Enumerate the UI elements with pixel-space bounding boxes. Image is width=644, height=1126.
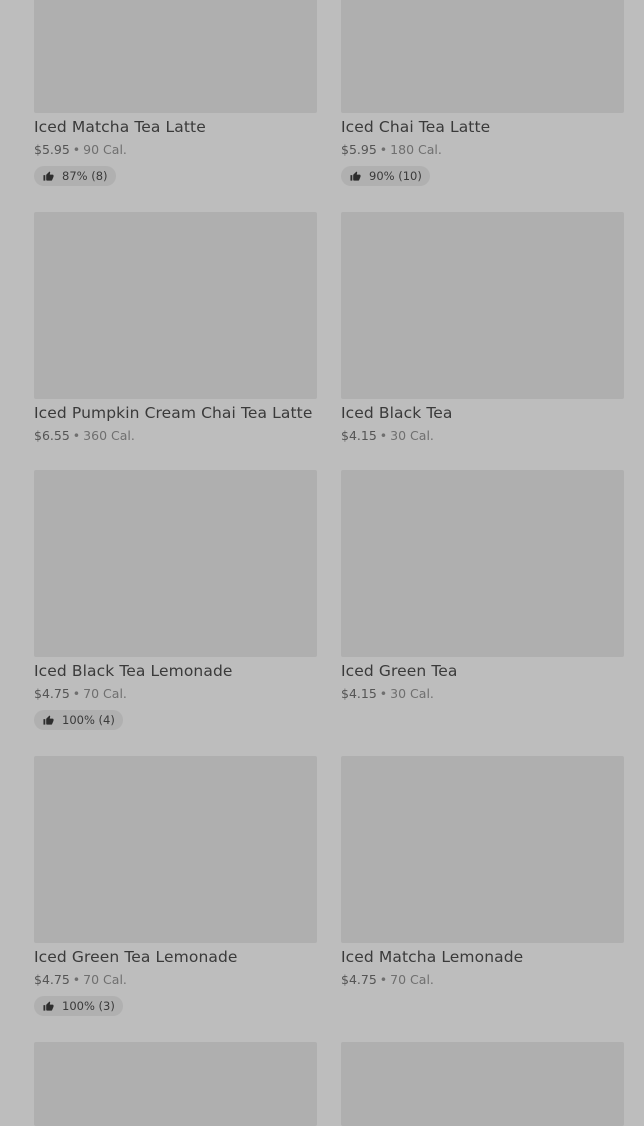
rating-badge: 100% (4) [34,710,123,730]
menu-item-image[interactable] [34,212,317,399]
menu-item-meta: $6.55 • 360 Cal. [34,428,135,444]
menu-item-image[interactable] [341,756,624,943]
separator-dot: • [379,686,388,701]
menu-item-image[interactable] [34,0,317,113]
separator-dot: • [379,428,388,443]
menu-item-meta: $4.75 • 70 Cal. [34,972,127,988]
menu-item-calories: 30 Cal. [390,686,434,701]
menu-item-image[interactable] [34,470,317,657]
menu-item-meta: $4.15 • 30 Cal. [341,428,434,444]
separator-dot: • [72,972,81,987]
menu-item-calories: 70 Cal. [390,972,434,987]
menu-item-calories: 180 Cal. [390,142,442,157]
menu-item-meta: $5.95 • 180 Cal. [341,142,442,158]
menu-item-calories: 90 Cal. [83,142,127,157]
separator-dot: • [379,142,388,157]
rating-badge: 100% (3) [34,996,123,1016]
menu-item-image[interactable] [341,1042,624,1126]
separator-dot: • [72,428,81,443]
menu-item-price: $4.15 [341,686,377,701]
menu-item-image[interactable] [341,0,624,113]
menu-item-name[interactable]: Iced Chai Tea Latte [341,117,490,137]
menu-item-meta: $4.75 • 70 Cal. [341,972,434,988]
menu-item-image[interactable] [34,756,317,943]
menu-item-name[interactable]: Iced Pumpkin Cream Chai Tea Latte [34,403,312,423]
thumbs-up-icon [43,170,54,181]
menu-item-calories: 70 Cal. [83,972,127,987]
separator-dot: • [72,142,81,157]
rating-text: 100% (4) [62,713,115,727]
menu-item-meta: $5.95 • 90 Cal. [34,142,127,158]
menu-item-image[interactable] [34,1042,317,1126]
menu-item-price: $6.55 [34,428,70,443]
menu-item-calories: 360 Cal. [83,428,135,443]
rating-badge: 90% (10) [341,166,430,186]
menu-item-image[interactable] [341,470,624,657]
menu-item-name[interactable]: Iced Black Tea Lemonade [34,661,233,681]
separator-dot: • [379,972,388,987]
rating-text: 87% (8) [62,169,108,183]
menu-item-price: $4.15 [341,428,377,443]
menu-item-price: $4.75 [34,686,70,701]
rating-text: 90% (10) [369,169,422,183]
menu-item-name[interactable]: Iced Matcha Tea Latte [34,117,206,137]
menu-item-price: $4.75 [34,972,70,987]
menu-item-price: $5.95 [341,142,377,157]
menu-item-meta: $4.75 • 70 Cal. [34,686,127,702]
thumbs-up-icon [350,170,361,181]
menu-item-price: $5.95 [34,142,70,157]
menu-item-name[interactable]: Iced Green Tea Lemonade [34,947,238,967]
menu-item-calories: 30 Cal. [390,428,434,443]
menu-item-name[interactable]: Iced Black Tea [341,403,453,423]
separator-dot: • [72,686,81,701]
rating-text: 100% (3) [62,999,115,1013]
menu-item-name[interactable]: Iced Green Tea [341,661,458,681]
menu-item-name[interactable]: Iced Matcha Lemonade [341,947,523,967]
menu-item-price: $4.75 [341,972,377,987]
thumbs-up-icon [43,1000,54,1011]
menu-item-meta: $4.15 • 30 Cal. [341,686,434,702]
menu-item-calories: 70 Cal. [83,686,127,701]
thumbs-up-icon [43,714,54,725]
menu-item-image[interactable] [341,212,624,399]
rating-badge: 87% (8) [34,166,116,186]
